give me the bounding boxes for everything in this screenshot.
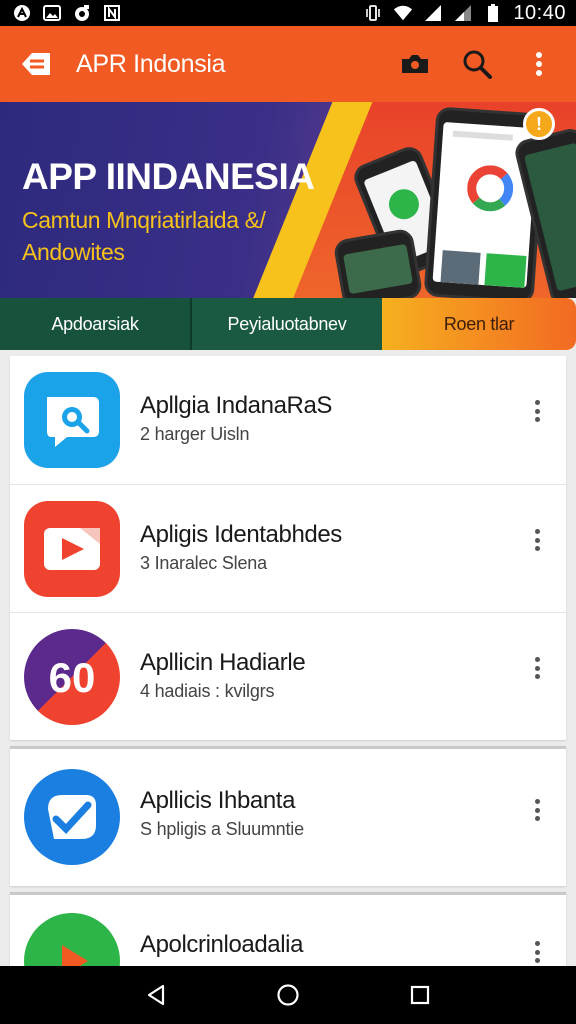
- more-options-icon[interactable]: [530, 525, 544, 555]
- home-icon[interactable]: [273, 980, 303, 1010]
- image-notification-icon: [42, 4, 62, 22]
- back-icon[interactable]: [141, 980, 171, 1010]
- list-item[interactable]: Apolcrinloadalia: [10, 892, 566, 972]
- check-icon: [24, 769, 120, 865]
- app-name: Apllgia IndanaRaS: [140, 392, 333, 419]
- wifi-icon: [393, 4, 413, 22]
- banner-title: APP IINDANESIA: [22, 156, 315, 197]
- n-notification-icon: [102, 4, 122, 22]
- play-icon: [24, 501, 120, 597]
- more-options-icon[interactable]: [530, 653, 544, 683]
- app-name: Apolcrinloadalia: [140, 931, 304, 958]
- app-name: Apligis Identabhdes: [140, 521, 342, 548]
- app-notification-icon: [12, 4, 32, 22]
- list-item[interactable]: Apligis Identabhdes 3 Inaralec Slena: [10, 484, 566, 612]
- app-meta: 2 harger Uisln: [140, 424, 250, 444]
- list-item[interactable]: Apllicis Ihbanta S hpligis a Sluumntie: [10, 746, 566, 886]
- status-left: [12, 4, 122, 22]
- banner-badge: !: [523, 108, 555, 140]
- vibrate-icon: [363, 4, 383, 22]
- app-name: Apllicin Hadiarle: [140, 649, 306, 676]
- tab-peyialuotabnev[interactable]: Peyialuotabnev: [192, 298, 382, 350]
- camera-icon[interactable]: [398, 47, 432, 81]
- status-bar: 10:40: [0, 0, 576, 26]
- category-tabs: Apdoarsiak Peyialuotabnev Roen tlar: [0, 298, 576, 350]
- app-bar-actions: [398, 47, 556, 81]
- phone-image: [332, 227, 424, 298]
- more-vert-icon[interactable]: [522, 47, 556, 81]
- more-options-icon[interactable]: [530, 795, 544, 825]
- status-right: 10:40: [363, 2, 566, 25]
- app-logo-icon[interactable]: [20, 48, 52, 80]
- 60-icon: 60: [24, 629, 120, 725]
- list-item[interactable]: Apllgia IndanaRaS 2 harger Uisln: [10, 356, 566, 484]
- battery-icon: [483, 4, 503, 22]
- search-icon[interactable]: [460, 47, 494, 81]
- navigation-bar: [0, 966, 576, 1024]
- list-item[interactable]: 60 Apllicin Hadiarle 4 hadiais : kvilgrs: [10, 612, 566, 740]
- more-options-icon[interactable]: [530, 396, 544, 426]
- app-meta: 4 hadiais : kvilgrs: [140, 681, 275, 701]
- chat-icon: [24, 372, 120, 468]
- promo-banner[interactable]: APP IINDANESIA Camtun Mnqriatirlaida &/ …: [0, 102, 576, 298]
- more-options-icon[interactable]: [530, 937, 544, 967]
- play-green-icon: [24, 913, 120, 972]
- app-list: Apllgia IndanaRaS 2 harger Uisln Apligis…: [10, 356, 566, 972]
- app-meta: S hpligis a Sluumntie: [140, 819, 304, 839]
- tab-roen-tlar[interactable]: Roen tlar: [382, 298, 576, 350]
- app-title: APR Indonsia: [76, 49, 226, 78]
- clock: 10:40: [513, 1, 566, 24]
- camera-notification-icon: [72, 4, 92, 22]
- app-name: Apllicis Ihbanta: [140, 787, 296, 814]
- tab-apdoarsiak[interactable]: Apdoarsiak: [0, 298, 192, 350]
- signal-icon: [423, 4, 443, 22]
- svg-text:60: 60: [49, 654, 96, 701]
- recents-icon[interactable]: [405, 980, 435, 1010]
- app-bar: APR Indonsia: [0, 26, 576, 102]
- app-meta: 3 Inaralec Slena: [140, 553, 267, 573]
- banner-subtitle: Camtun Mnqriatirlaida &/ Andowites: [22, 207, 266, 265]
- signal-icon: [453, 4, 473, 22]
